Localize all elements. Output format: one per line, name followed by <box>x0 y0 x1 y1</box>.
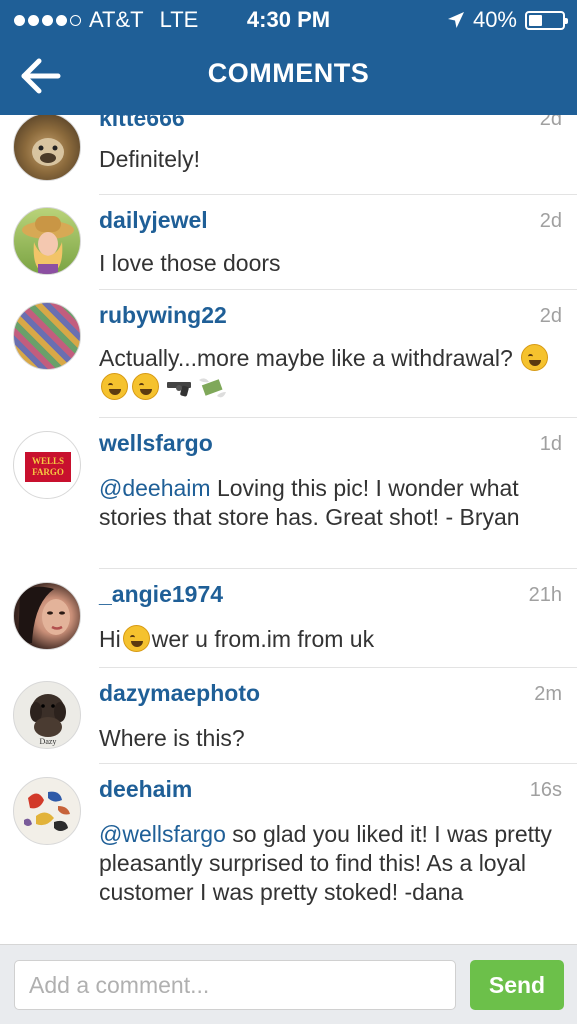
smiling-blush-emoji-icon <box>122 625 150 652</box>
comment-item: Dazy dazymaephoto 2m Where is this? <box>0 668 577 764</box>
laughing-tears-emoji-icon <box>132 373 159 400</box>
avatar[interactable] <box>13 582 81 650</box>
status-bar: AT&T LTE 4:30 PM 40% <box>0 0 577 40</box>
comment-username[interactable]: rubywing22 <box>99 302 227 329</box>
comment-item: rubywing22 2d Actually...more maybe like… <box>0 290 577 418</box>
send-button[interactable]: Send <box>470 960 564 1010</box>
comment-text: Definitely! <box>99 146 200 172</box>
comment-text-start: Hi <box>99 626 121 652</box>
comment-username[interactable]: _angie1974 <box>99 581 223 608</box>
battery-icon <box>525 10 568 30</box>
comment-time: 2m <box>534 683 562 705</box>
mention-link[interactable]: @wellsfargo <box>99 821 226 847</box>
avatar-caption: Dazy <box>39 737 57 746</box>
comment-text: @deehaim Loving this pic! I wonder what … <box>99 474 559 532</box>
avatar[interactable]: Dazy <box>13 681 81 749</box>
avatar[interactable] <box>13 207 81 275</box>
comment-text: Where is this? <box>99 725 245 751</box>
comment-text: I love those doors <box>99 250 281 276</box>
comment-time: 21h <box>528 584 562 606</box>
comment-username[interactable]: deehaim <box>99 776 192 803</box>
status-right: 40% <box>447 7 568 33</box>
comment-list[interactable]: kitte666 2d Definitely! dailyjewel 2d I … <box>0 115 577 945</box>
comment-username[interactable]: dailyjewel <box>99 207 208 234</box>
mention-link[interactable]: @deehaim <box>99 475 211 501</box>
comment-time: 2d <box>539 210 562 232</box>
avatar[interactable] <box>13 115 81 181</box>
laughing-tears-emoji-icon <box>101 373 128 400</box>
avatar[interactable] <box>13 302 81 370</box>
comment-text: Hi wer u from.im from uk <box>99 625 559 654</box>
comment-username[interactable]: wellsfargo <box>99 430 213 457</box>
comment-time: 1d <box>539 433 562 455</box>
wells-fargo-logo: WELLS FARGO <box>25 452 71 482</box>
comment-username[interactable]: kitte666 <box>99 115 185 132</box>
location-arrow-icon <box>447 12 464 28</box>
comment-item: kitte666 2d Definitely! <box>0 115 577 195</box>
header: AT&T LTE 4:30 PM 40% COMMENTS <box>0 0 577 115</box>
comment-username[interactable]: dazymaephoto <box>99 680 260 707</box>
avatar[interactable] <box>13 777 81 845</box>
comment-time: 16s <box>529 779 562 801</box>
battery-percent: 40% <box>472 7 517 32</box>
comment-item: dailyjewel 2d I love those doors <box>0 195 577 290</box>
comment-item: deehaim 16s @wellsfargo so glad you like… <box>0 764 577 945</box>
comment-time: 2d <box>539 305 562 327</box>
comment-input[interactable] <box>14 960 456 1010</box>
avatar[interactable]: WELLS FARGO <box>13 431 81 499</box>
comment-time: 2d <box>539 115 562 130</box>
wells-fargo-logo-line2: FARGO <box>32 467 64 477</box>
comment-item: _angie1974 21h Hi wer u from.im from uk <box>0 569 577 668</box>
comment-text-body: Actually...more maybe like a withdrawal? <box>99 345 513 371</box>
comment-text: Actually...more maybe like a withdrawal? <box>99 344 559 402</box>
comment-text: @wellsfargo so glad you liked it! I was … <box>99 820 559 907</box>
pistol-emoji-icon <box>167 382 191 397</box>
wells-fargo-logo-line1: WELLS <box>31 456 64 466</box>
comment-text-end: wer u from.im from uk <box>151 626 375 652</box>
comment-composer: Send <box>0 944 577 1024</box>
page-title: COMMENTS <box>207 58 370 88</box>
laughing-tears-emoji-icon <box>521 344 549 371</box>
comment-item: WELLS FARGO wellsfargo 1d @deehaim Lovin… <box>0 418 577 569</box>
money-wings-emoji-icon <box>199 378 226 398</box>
